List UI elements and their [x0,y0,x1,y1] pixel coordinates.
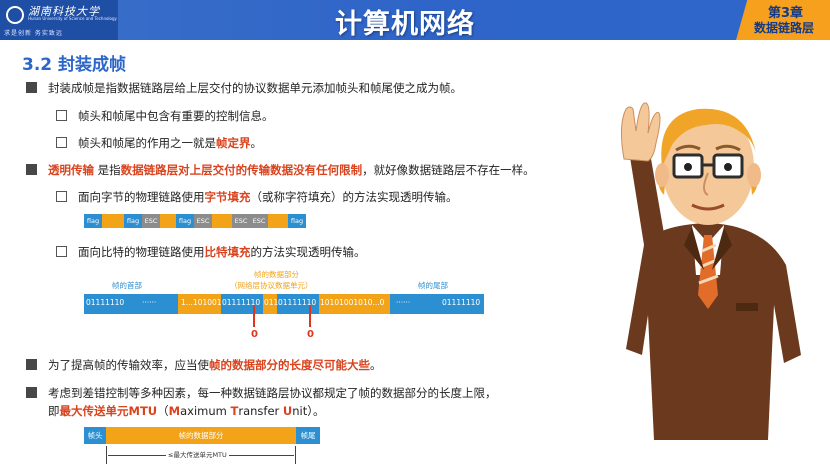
tail-dots: ······ [396,298,411,307]
bullet-square-icon [26,82,37,93]
university-logo: 湖南科技大学 Hunan University of Science and T… [0,0,118,40]
bullet-square-icon [26,387,37,398]
subpoint-bit-stuffing: 面向比特的物理链路使用比特填充的方法实现透明传输。 [78,245,366,259]
mtu-right-tick [295,446,296,464]
cartoon-teacher-illustration [620,102,801,440]
stuffed-zero-marker [253,305,255,327]
frame-esc-cell: ESC [250,214,268,228]
chapter-name: 数据链路层 [754,21,815,35]
frame-esc-cell: ESC [232,214,250,228]
mtu-tail-cell: 帧尾 [296,427,320,444]
course-title: 计算机网络 [335,9,475,40]
logo-subtitle: Hunan University of Science and Technolo… [28,16,117,21]
section-title: 3.2 封装成帧 [22,55,127,75]
point-transparent-transfer: 透明传输 是指数据链路层对上层交付的传输数据没有任何限制，就好像数据链路层不存在… [48,163,535,177]
subpoint-byte-stuffing: 面向字节的物理链路使用字节填充（或称字符填充）的方法实现透明传输。 [78,190,458,204]
frame-flag-cell: flag [288,214,306,228]
checkbox-square-icon [56,246,67,257]
stuffed-zero: 0 [251,329,258,340]
frame-flag-cell: flag [84,214,102,228]
point-encapsulation: 封装成帧是指数据链路层给上层交付的协议数据单元添加帧头和帧尾使之成为帧。 [48,81,462,95]
logo-emblem-icon [6,6,24,24]
mtu-head-cell: 帧头 [84,427,106,444]
point-mtu-line2: 即最大传送单元MTU（Maximum Transfer Unit）。 [48,404,325,418]
subpoint-header-info: 帧头和帧尾中包含有重要的控制信息。 [78,109,274,123]
head-dots: ······ [142,298,157,307]
frame-data-cell [160,214,176,228]
frame-data-sublabel: （网络层协议数据单元） [230,281,313,290]
waving-hand [620,102,661,162]
point-mtu-line1: 考虑到差错控制等多种因素，每一种数据链路层协议都规定了帧的数据部分的长度上限， [48,386,497,400]
frame-head-label: 帧的首部 [112,281,142,290]
frame-data-cell [212,214,232,228]
bullet-square-icon [26,164,37,175]
frame-flag-cell: flag [124,214,142,228]
subpoint-frame-delimit: 帧头和帧尾的作用之一就是帧定界。 [78,136,262,150]
stuffed-zero-marker [309,305,311,327]
stuffed-zero: 0 [307,329,314,340]
head-bits: 01111110 [86,298,125,307]
highlight-frame-delimit: 帧定界 [216,136,251,150]
frame-tail-label: 帧的尾部 [418,281,448,290]
mtu-left-tick [106,446,107,464]
tail-bits: 01111110 [442,298,481,307]
frame-flag-cell: flag [176,214,194,228]
bullet-square-icon [26,359,37,370]
mtu-data-cell: 帧的数据部分 [106,427,296,444]
frame-data-cell [268,214,288,228]
point-data-length: 为了提高帧的传输效率，应当使帧的数据部分的长度尽可能大些。 [48,358,382,372]
checkbox-square-icon [56,137,67,148]
data-bits-a: 1...101001 [181,298,222,307]
mtu-span-label: ≤最大传送单元MTU [166,449,229,459]
checkbox-square-icon [56,191,67,202]
frame-esc-cell: ESC [142,214,160,228]
checkbox-square-icon [56,110,67,121]
frame-data-label: 帧的数据部分 [254,270,299,279]
data-bits-c: 011 [264,298,279,307]
logo-motto: 求是创新 务实致远 [4,30,63,37]
frame-data-cell [102,214,124,228]
data-bits-e: 10101001010...0 [320,298,385,307]
frame-esc-cell: ESC [194,214,212,228]
